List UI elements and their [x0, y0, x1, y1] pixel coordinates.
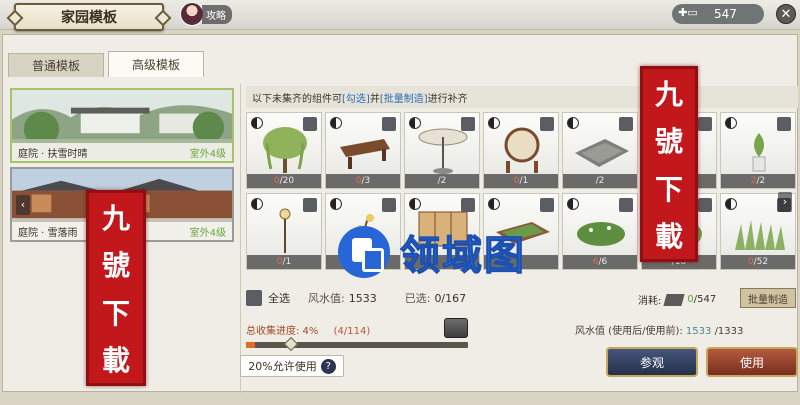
- stone-slab-icon: [575, 139, 629, 167]
- currency-display[interactable]: ✚▭ 547: [672, 4, 764, 24]
- component-card[interactable]: 0/1: [483, 112, 559, 189]
- panel-divider: [240, 84, 241, 394]
- fengshui-before: /1333: [714, 326, 744, 337]
- guide-button[interactable]: 攻略: [180, 2, 232, 26]
- currency-icon: ✚▭: [678, 6, 698, 19]
- component-card[interactable]: /2: [404, 112, 480, 189]
- collection-progress-count: (4/114): [333, 326, 371, 337]
- component-quantity: 0/52: [721, 255, 795, 269]
- help-icon[interactable]: ?: [320, 358, 336, 374]
- allow-usage-button[interactable]: 20%允许使用 ?: [240, 355, 344, 377]
- component-card[interactable]: 0/1: [246, 193, 322, 270]
- cost-label: 消耗:: [638, 296, 662, 307]
- site-logo-icon: [338, 226, 390, 278]
- shrub-icon: [577, 222, 625, 246]
- plant-vase-icon: [752, 133, 766, 172]
- component-card[interactable]: 0/3: [325, 112, 401, 189]
- close-button[interactable]: ✕: [776, 4, 796, 24]
- material-icon: [663, 293, 685, 306]
- collect-notice: 以下未集齐的组件可 [勾选] 并 [批量制造] 进行补齐: [246, 86, 798, 108]
- fengshui-label: 风水值:: [308, 292, 345, 305]
- scene-level-tag: 室外4级: [189, 148, 226, 160]
- use-button[interactable]: 使用: [706, 347, 798, 377]
- component-quantity: /2: [405, 174, 479, 188]
- visit-button[interactable]: 参观: [606, 347, 698, 377]
- scene-prev-arrow[interactable]: ‹: [16, 195, 30, 215]
- drum-icon: [504, 127, 540, 173]
- site-logo-text: 领域图: [400, 233, 526, 280]
- reward-chest-icon[interactable]: [444, 318, 468, 338]
- component-card[interactable]: 6/6: [562, 193, 638, 270]
- scene-level-tag: 室外4级: [189, 227, 226, 239]
- watermark-stamp-right: 九號 下載: [640, 66, 698, 262]
- component-card[interactable]: 2/2: [720, 112, 796, 189]
- page-title: 家园模板: [14, 3, 164, 31]
- component-card[interactable]: /2: [562, 112, 638, 189]
- component-quantity: /2: [563, 174, 637, 188]
- component-quantity: 6/6: [563, 255, 637, 269]
- component-quantity: 0/1: [484, 174, 558, 188]
- guide-avatar: [180, 2, 204, 26]
- component-quantity: 2/2: [721, 174, 795, 188]
- scene-card-snow-clear[interactable]: 庭院 · 扶雪时晴 室外4级: [10, 88, 234, 163]
- guide-label: 攻略: [202, 4, 232, 24]
- tab-advanced-template[interactable]: 高级模板: [108, 51, 204, 77]
- grid-next-arrow[interactable]: ›: [778, 192, 792, 212]
- collection-progress-label: 总收集进度: 4% (4/114): [246, 326, 371, 337]
- currency-value: 547: [714, 7, 737, 21]
- fengshui-compare: 风水值 (使用后/使用前): 1533 /1333: [575, 326, 744, 337]
- component-quantity: 0/3: [326, 174, 400, 188]
- scene-name: 庭院 · 雪落雨: [18, 227, 78, 239]
- scene-caption: 庭院 · 扶雪时晴 室外4级: [12, 143, 232, 161]
- lamp-post-icon: [279, 208, 291, 253]
- top-bar: 家园模板 攻略 ✚▭ 547 ✕: [0, 0, 800, 31]
- selected-label: 已选:: [404, 292, 431, 305]
- watermark-stamp-left: 九號 下載: [86, 190, 146, 386]
- scene-name: 庭院 · 扶雪时晴: [18, 148, 88, 160]
- check-link[interactable]: [勾选]: [342, 90, 370, 105]
- parasol-icon: [418, 128, 468, 174]
- batch-make-link[interactable]: [批量制造]: [380, 90, 428, 105]
- wooden-table-icon: [340, 139, 390, 169]
- cost-display: 消耗: 0 /547: [638, 292, 716, 307]
- fengshui-after: 1533: [685, 326, 712, 337]
- component-quantity: 0/1: [247, 255, 321, 269]
- watermark-site-logo: 领域图: [338, 226, 526, 280]
- batch-make-button[interactable]: 批量制造: [740, 288, 796, 308]
- select-all-label: 全选: [268, 292, 290, 305]
- collection-progress-bar: [246, 336, 468, 352]
- component-quantity: 0/20: [247, 174, 321, 188]
- component-card[interactable]: 0/20: [246, 112, 322, 189]
- selected-value: 0/167: [434, 291, 467, 305]
- fengshui-value: 1533: [348, 291, 377, 305]
- cost-total: /547: [693, 294, 717, 305]
- select-all-checkbox[interactable]: [246, 290, 262, 306]
- progress-fill: [246, 342, 255, 348]
- tab-normal-template[interactable]: 普通模板: [8, 53, 104, 77]
- template-tabs: 普通模板 高级模板: [8, 51, 208, 77]
- willow-tree-icon: [263, 127, 307, 173]
